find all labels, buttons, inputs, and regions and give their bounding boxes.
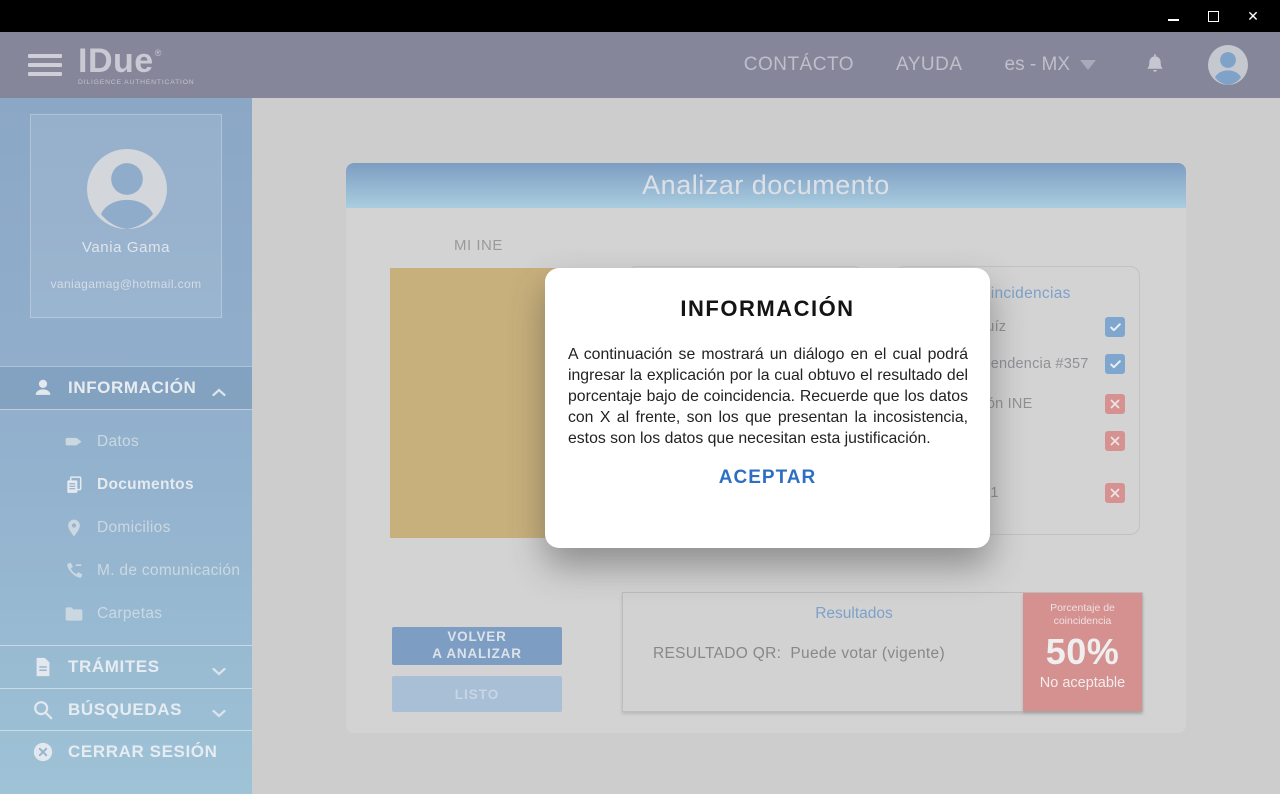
avatar-icon xyxy=(87,149,167,229)
chevron-down-icon xyxy=(212,705,226,714)
reanalyze-button[interactable]: VOLVER A ANALIZAR xyxy=(392,627,562,665)
chevron-down-icon xyxy=(212,663,226,672)
done-button[interactable]: LISTO xyxy=(392,676,562,712)
minimize-button[interactable] xyxy=(1160,3,1186,29)
header-nav: CONTÁCTO AYUDA es - MX xyxy=(744,32,1096,98)
results-panel: Resultados RESULTADO QR: Puede votar (vi… xyxy=(622,592,1143,712)
results-title: Resultados xyxy=(653,605,1055,623)
match-percentage-box: Porcentaje de coincidencia 50% No acepta… xyxy=(1023,593,1142,711)
map-pin-icon xyxy=(64,518,84,538)
checkbox-mismatch[interactable] xyxy=(1105,394,1125,414)
sidebar-section-tramites[interactable]: TRÁMITES xyxy=(0,645,252,688)
checkbox-mismatch[interactable] xyxy=(1105,431,1125,451)
information-dialog: INFORMACIÓN A continuación se mostrará u… xyxy=(545,268,990,548)
accept-button[interactable]: ACEPTAR xyxy=(719,467,816,489)
bell-icon xyxy=(1142,52,1168,78)
checkbox-checked[interactable] xyxy=(1105,317,1125,337)
sidebar-item-documentos[interactable]: Documentos xyxy=(0,463,252,506)
sidebar-item-label: M. de comunicación xyxy=(97,562,240,580)
nav-contact-link[interactable]: CONTÁCTO xyxy=(744,54,854,76)
sidebar-logout[interactable]: CERRAR SESIÓN xyxy=(0,732,252,772)
checkbox-mismatch[interactable] xyxy=(1105,483,1125,503)
page-title-banner: Analizar documento xyxy=(346,163,1186,208)
sidebar-section-busquedas[interactable]: BÚSQUEDAS xyxy=(0,688,252,731)
id-card-icon xyxy=(64,432,84,452)
notifications-button[interactable] xyxy=(1142,52,1168,78)
section-label: CERRAR SESIÓN xyxy=(68,742,218,762)
sidebar-item-label: Carpetas xyxy=(97,605,162,623)
check-icon xyxy=(1109,321,1122,334)
document-label: MI INE xyxy=(454,237,503,254)
sidebar-section-informacion[interactable]: INFORMACIÓN xyxy=(0,366,252,410)
window-titlebar: ✕ xyxy=(0,0,1280,32)
check-icon xyxy=(1109,358,1122,371)
sidebar-avatar xyxy=(87,149,167,229)
sidebar-item-label: Datos xyxy=(97,433,139,451)
chevron-up-icon xyxy=(212,384,226,393)
page-title: Analizar documento xyxy=(642,170,890,201)
x-icon xyxy=(1109,435,1121,447)
user-menu-button[interactable] xyxy=(1208,45,1248,85)
chevron-down-icon xyxy=(1080,60,1096,70)
dialog-body: A continuación se mostrará un diálogo en… xyxy=(568,344,968,449)
logout-x-icon xyxy=(32,741,54,763)
x-icon xyxy=(1109,487,1121,499)
sidebar-item-label: Domicilios xyxy=(97,519,171,537)
percentage-status: No aceptable xyxy=(1023,675,1142,691)
app-logo[interactable]: IDue® DILIGENCE AUTHENTICATION xyxy=(78,44,195,87)
qr-result-label: RESULTADO QR: xyxy=(653,645,781,662)
language-value: es - MX xyxy=(1005,54,1070,76)
maximize-icon xyxy=(1208,11,1219,22)
language-selector[interactable]: es - MX xyxy=(1005,54,1096,76)
documents-icon xyxy=(64,475,84,495)
hamburger-menu-icon[interactable] xyxy=(28,54,62,76)
registered-mark: ® xyxy=(155,48,162,58)
sidebar-item-datos[interactable]: Datos xyxy=(0,420,252,463)
phone-icon xyxy=(64,561,84,581)
section-label: BÚSQUEDAS xyxy=(68,700,182,720)
reanalyze-label-line2: A ANALIZAR xyxy=(432,646,522,661)
informacion-submenu: Datos Documentos Domicilios M. de comuni… xyxy=(0,420,252,635)
user-email: vaniagamag@hotmail.com xyxy=(31,277,221,291)
section-label: INFORMACIÓN xyxy=(68,378,196,398)
folder-icon xyxy=(64,604,84,624)
maximize-button[interactable] xyxy=(1200,3,1226,29)
app-header: IDue® DILIGENCE AUTHENTICATION CONTÁCTO … xyxy=(0,32,1280,98)
sidebar-item-comunicacion[interactable]: M. de comunicación xyxy=(0,549,252,592)
x-icon xyxy=(1109,398,1121,410)
logo-subtitle: DILIGENCE AUTHENTICATION xyxy=(78,80,195,87)
search-icon xyxy=(32,699,54,721)
qr-result-value: Puede votar (vigente) xyxy=(790,645,945,662)
file-icon xyxy=(32,656,54,678)
avatar-icon xyxy=(1208,45,1248,85)
percentage-value: 50% xyxy=(1023,631,1142,673)
qr-result: RESULTADO QR: Puede votar (vigente) xyxy=(653,645,945,663)
sidebar: Vania Gama vaniagamag@hotmail.com INFORM… xyxy=(0,98,252,794)
sidebar-item-domicilios[interactable]: Domicilios xyxy=(0,506,252,549)
sidebar-item-label: Documentos xyxy=(97,476,194,494)
close-icon: ✕ xyxy=(1247,9,1259,23)
dialog-title: INFORMACIÓN xyxy=(545,296,990,322)
person-icon xyxy=(32,377,54,399)
minimize-icon xyxy=(1168,19,1179,21)
close-button[interactable]: ✕ xyxy=(1240,3,1266,29)
percentage-label: Porcentaje de coincidencia xyxy=(1023,593,1142,628)
user-card: Vania Gama vaniagamag@hotmail.com xyxy=(30,114,222,318)
logo-brand: IDue xyxy=(78,42,154,80)
reanalyze-label-line1: VOLVER xyxy=(447,629,506,644)
checkbox-checked[interactable] xyxy=(1105,354,1125,374)
section-label: TRÁMITES xyxy=(68,657,160,677)
nav-help-link[interactable]: AYUDA xyxy=(896,54,963,76)
sidebar-item-carpetas[interactable]: Carpetas xyxy=(0,592,252,635)
user-name: Vania Gama xyxy=(31,239,221,256)
